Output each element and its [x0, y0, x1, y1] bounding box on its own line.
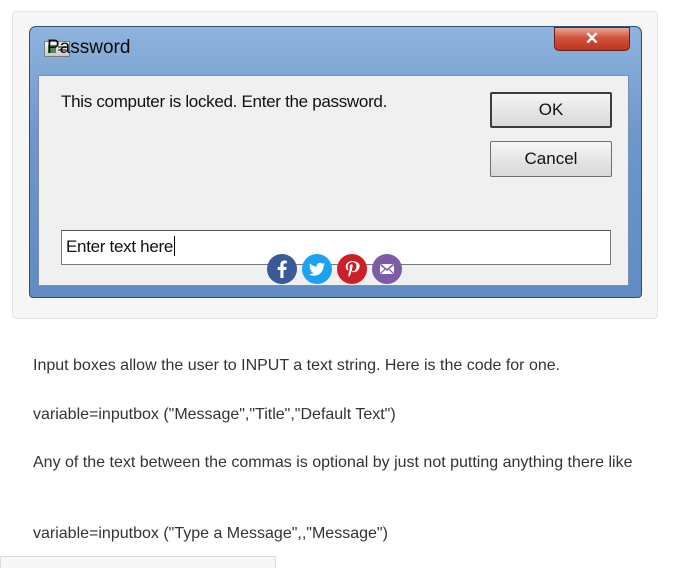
password-input[interactable]: Enter text here: [61, 230, 611, 265]
close-button[interactable]: ✕: [554, 27, 630, 51]
share-email-button[interactable]: [372, 254, 402, 284]
input-text: Enter text here: [66, 237, 174, 256]
text-caret: [174, 236, 176, 256]
email-icon: [372, 254, 402, 284]
close-icon: ✕: [584, 29, 600, 48]
bottom-cutoff-element: [0, 556, 276, 568]
dialog-message: This computer is locked. Enter the passw…: [61, 92, 388, 111]
cancel-button[interactable]: Cancel: [490, 141, 612, 177]
share-twitter-button[interactable]: [302, 254, 332, 284]
code-example-2: variable=inputbox ("Type a Message",,"Me…: [33, 525, 388, 542]
ok-button[interactable]: OK: [490, 92, 612, 128]
dialog-title: Password: [47, 37, 131, 58]
article-paragraph-2: Any of the text between the commas is op…: [33, 454, 633, 471]
facebook-icon: [267, 254, 297, 284]
twitter-icon: [302, 254, 332, 284]
code-example-1: variable=inputbox ("Message","Title","De…: [33, 406, 396, 423]
article-paragraph-1: Input boxes allow the user to INPUT a te…: [33, 357, 561, 374]
share-facebook-button[interactable]: [267, 254, 297, 284]
share-pinterest-button[interactable]: [337, 254, 367, 284]
pinterest-icon: [337, 254, 367, 284]
